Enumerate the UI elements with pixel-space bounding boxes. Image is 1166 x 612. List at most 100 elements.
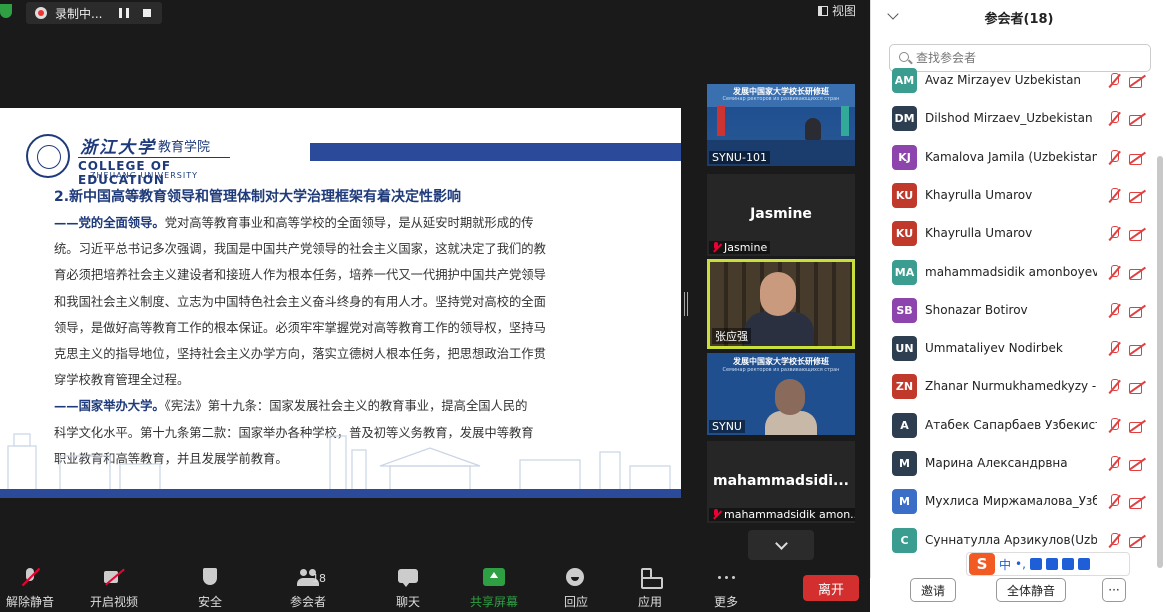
video-off-icon[interactable] [1129,151,1145,165]
reactions-button[interactable]: 回应 [560,566,592,610]
unmute-button[interactable]: 解除静音 [6,566,54,610]
thumb-banner-ru: Семинар ректоров из развивающихся стран [722,96,840,102]
more-label: 更多 [713,595,738,609]
participant-list-scrollbar[interactable] [1157,156,1163,568]
mic-muted-icon[interactable] [1107,417,1121,434]
keyboard-icon[interactable] [1045,558,1058,570]
mic-muted-icon[interactable] [1107,341,1121,357]
brand-en2: ZHEJIANG UNIVERSITY [90,171,198,180]
mute-all-button[interactable]: 全体静音 [996,578,1066,602]
participants-label: 参会者 [289,595,326,609]
video-off-icon[interactable] [1129,74,1145,88]
mic-muted-icon[interactable] [1107,532,1121,549]
slide-line: 和我国社会主义制度、立志为中国特色社会主义奋斗终身的有用人才。坚持党对高校的全面 [54,294,546,309]
avatar: UN [892,336,917,362]
video-thumbnail-synu[interactable]: 发展中国家大学校长研修班 Семинар ректоров из развива… [707,353,855,435]
participant-name: Атабек Сапарбаев Узбекистан [925,417,1097,432]
mic-muted-icon[interactable] [1107,226,1121,242]
avatar: SB [892,297,917,323]
video-off-icon[interactable] [1129,304,1145,318]
video-thumbnail-jasmine[interactable]: Jasmine Jasmine [707,174,855,256]
skin-icon[interactable] [1061,558,1074,570]
avatar: KJ [892,144,917,170]
chat-button[interactable]: 聊天 [390,566,426,610]
video-thumbnail-active-speaker[interactable]: 张应强 [707,259,855,349]
mic-muted-icon[interactable] [1107,264,1121,281]
participant-row[interactable]: KU Khayrulla Umarov [871,215,1156,253]
participant-list: AM Avaz Mirzayev Uzbekistan DM Dilshod Mirz… [871,62,1156,560]
mic-muted-icon[interactable] [1107,379,1121,395]
thumb-banner: 发展中国家大学校长研修班 [733,357,829,366]
participant-row[interactable]: MA mahammadsidik amonboyev [871,254,1156,292]
participant-row[interactable]: M Марина Александрвна [871,445,1156,483]
participants-button[interactable]: 18 参会者 [286,566,330,610]
participant-row[interactable]: DM Dilshod Mirzaev_Uzbekistan [871,100,1156,138]
video-off-icon[interactable] [1129,419,1145,433]
participant-row[interactable]: KU Khayrulla Umarov [871,177,1156,215]
leave-meeting-button[interactable]: 离开 [803,575,859,601]
more-button[interactable]: 更多 [710,566,742,610]
thumbnails-scroll-down-button[interactable] [748,530,814,560]
mic-muted-icon[interactable] [1107,494,1121,510]
participant-name: Khayrulla Umarov [925,187,1033,202]
avatar: KU [892,182,917,208]
zoom-meeting-window: 录制中... 视图 浙江大学 教育学院 COLLEGE OF EDUCATION… [0,0,1166,612]
ime-punctuation[interactable]: •, [1015,557,1026,571]
unmute-label: 解除静音 [6,595,55,609]
video-off-icon[interactable] [1129,112,1145,127]
mic-muted-icon[interactable] [1107,187,1121,204]
sogou-ime-logo[interactable]: S [969,553,995,575]
participant-row[interactable]: UN Ummataliyev Nodirbek [871,330,1156,368]
view-button[interactable]: 视图 [818,2,856,19]
participant-name: Суннатулла Арзикулов(Uzbek... [925,532,1097,547]
video-off-icon[interactable] [1129,534,1145,548]
pause-recording-icon[interactable] [119,8,129,18]
stop-recording-icon[interactable] [143,9,151,17]
apps-button[interactable]: 应用 [634,566,666,610]
mic-icon[interactable] [1029,558,1042,570]
participant-name: Dilshod Mirzaev_Uzbekistan [925,111,1093,126]
ime-mode[interactable]: 中 [999,556,1011,573]
recording-indicator: 录制中... [26,2,162,24]
participant-row[interactable]: AM Avaz Mirzayev Uzbekistan [871,62,1156,100]
security-button[interactable]: 安全 [192,566,228,610]
chevron-down-icon [774,536,788,550]
participant-name: Марина Александрвна [925,456,1068,470]
video-off-icon[interactable] [1129,266,1145,280]
participant-row[interactable]: A Атабек Сапарбаев Узбекистан [871,407,1156,445]
share-screen-button[interactable]: 共享屏幕 [468,566,520,610]
avatar: KU [892,221,917,247]
panel-resize-handle[interactable] [684,292,688,316]
slide-line: 统。习近平总书记多次强调，我国是中国共产党领导的社会主义国家，这就决定了我们的教 [54,242,546,257]
mic-muted-icon[interactable] [1107,456,1121,472]
video-off-icon[interactable] [1129,227,1145,242]
mic-muted-icon[interactable] [1107,149,1121,166]
recording-label: 录制中... [55,6,103,21]
mic-muted-icon[interactable] [1107,111,1121,127]
video-off-icon[interactable] [1129,495,1145,510]
invite-button[interactable]: 邀请 [910,578,956,602]
toolbox-icon[interactable] [1077,558,1090,570]
participant-row[interactable]: SB Shonazar Botirov [871,292,1156,330]
mic-muted-icon[interactable] [1107,302,1121,319]
participant-row[interactable]: M Мухлиса Миржамалова_Узбе... [871,483,1156,521]
participant-row[interactable]: KJ Kamalova Jamila (Uzbekistan) [871,139,1156,177]
participant-name: Khayrulla Umarov [925,226,1033,241]
start-video-button[interactable]: 开启视频 [90,566,138,610]
slide-line: 领导，是做好高等教育工作的根本保证。必须牢牢掌握党对高等教育工作的领导权，坚持马 [54,320,546,335]
panel-more-button[interactable]: ··· [1102,578,1126,602]
participant-row[interactable]: ZN Zhanar Nurmukhamedkyzy - Zh... [871,368,1156,406]
video-thumbnail-synu-101[interactable]: 发展中国家大学校长研修班 Семинар ректоров из развива… [707,84,855,166]
participants-count: 18 [312,572,326,585]
video-off-icon[interactable] [1129,457,1145,471]
video-off-icon[interactable] [1129,189,1145,203]
thumb-banner-ru: Семинар ректоров из развивающихся стран [722,367,840,373]
video-off-icon[interactable] [1129,342,1145,357]
participant-name: Zhanar Nurmukhamedkyzy - Zh... [925,379,1097,394]
speaker-figure [805,118,821,140]
video-thumbnail-mahammadsidik[interactable]: mahammadsidi... mahammadsidik amon... [707,441,855,523]
mic-muted-icon [19,566,41,588]
video-off-icon[interactable] [1129,380,1145,395]
mic-muted-icon[interactable] [1107,73,1121,89]
view-button-label: 视图 [832,4,857,18]
